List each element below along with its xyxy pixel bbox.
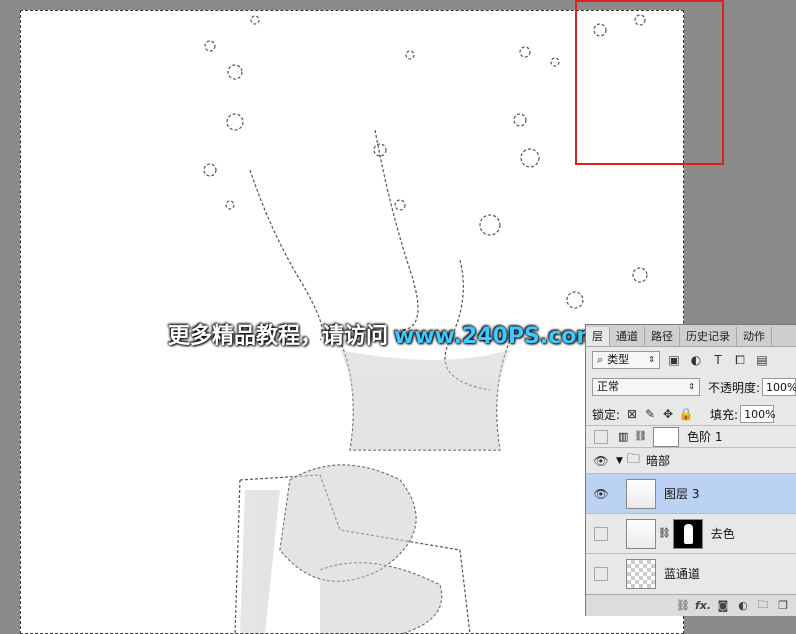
adjustment-icon[interactable]: ◐: [733, 599, 753, 612]
blend-row: 正常 ⇕ 不透明度: 100%: [586, 375, 796, 399]
lock-transparent-icon[interactable]: ⊠: [624, 406, 640, 422]
lock-all-icon[interactable]: 🔒: [678, 406, 694, 422]
lock-brush-icon[interactable]: ✎: [642, 406, 658, 422]
visibility-toggle[interactable]: [594, 429, 608, 444]
layer-row-selected[interactable]: 👁 图层 3: [586, 473, 796, 513]
filter-kind-label: 类型: [607, 353, 630, 366]
watermark-url: www.240PS.com: [394, 324, 600, 349]
mask-icon[interactable]: ◙: [713, 599, 733, 612]
smart-object-filter-icon[interactable]: ▤: [754, 352, 770, 368]
watermark: 更多精品教程，请访问 www.240PS.com: [168, 318, 599, 350]
lock-row: 锁定: ⊠ ✎ ✥ 🔒 填充: 100%: [586, 402, 796, 426]
shape-filter-icon[interactable]: ⧠: [732, 352, 748, 368]
spinner-icon: ⇕: [688, 382, 695, 391]
layer-mask-thumbnail[interactable]: [653, 426, 680, 447]
new-layer-icon[interactable]: ❐: [773, 599, 793, 612]
blend-mode-value: 正常: [597, 380, 619, 393]
link-chain-icon: ⛓: [634, 431, 648, 442]
group-name: 暗部: [645, 454, 670, 468]
tab-history[interactable]: 历史记录: [680, 327, 737, 346]
type-filter-icon[interactable]: T: [710, 352, 726, 368]
eye-icon[interactable]: 👁: [593, 487, 608, 501]
link-icon[interactable]: ⛓: [673, 599, 693, 612]
folder-icon: 🗀: [626, 451, 640, 467]
filter-kind-select[interactable]: ⌕ 类型 ⇕: [592, 351, 660, 369]
opacity-label: 不透明度:: [708, 380, 761, 395]
layer-thumbnail[interactable]: [626, 518, 656, 549]
layer-row[interactable]: ⛓ 去色: [586, 513, 796, 553]
layer-name: 去色: [710, 527, 735, 541]
layer-group-row[interactable]: 👁 ▼ 🗀 暗部: [586, 447, 796, 473]
highlight-box: [575, 0, 724, 165]
levels-adjustment-icon: ▥: [618, 430, 629, 443]
folder-icon[interactable]: 🗀: [753, 596, 773, 615]
layer-mask-thumbnail[interactable]: [672, 518, 703, 549]
panel-bottom-bar: ⛓ fx. ◙ ◐ 🗀 ❐: [586, 594, 796, 616]
adjustment-filter-icon[interactable]: ◐: [688, 352, 704, 368]
fill-field[interactable]: 100%: [740, 405, 776, 423]
fill-label: 填充:: [710, 407, 739, 422]
opacity-field[interactable]: 100%: [762, 378, 796, 396]
visibility-toggle[interactable]: [594, 526, 608, 541]
lock-label: 锁定:: [592, 407, 621, 422]
layer-row[interactable]: ▥ ⛓ 色阶 1: [586, 425, 796, 447]
search-icon: ⌕: [597, 353, 604, 366]
layer-name: 蓝通道: [664, 567, 701, 581]
tab-layers[interactable]: 层: [586, 327, 610, 346]
layer-name: 色阶 1: [687, 430, 723, 444]
layers-panel: 层 通道 路径 历史记录 动作 ⌕ 类型 ⇕ ▣ ◐ T ⧠ ▤ 正常 ⇕ 不透…: [585, 324, 796, 616]
tab-actions[interactable]: 动作: [737, 327, 772, 346]
spinner-icon: ⇕: [648, 355, 655, 364]
panel-tabs: 层 通道 路径 历史记录 动作: [586, 325, 796, 347]
image-filter-icon[interactable]: ▣: [666, 352, 682, 368]
watermark-text: 更多精品教程，请访问: [168, 324, 389, 349]
layer-thumbnail[interactable]: [626, 558, 656, 589]
layer-name: 图层 3: [664, 487, 700, 501]
eye-icon[interactable]: 👁: [593, 454, 608, 468]
layer-row[interactable]: 蓝通道: [586, 553, 796, 593]
filter-row: ⌕ 类型 ⇕ ▣ ◐ T ⧠ ▤: [586, 347, 796, 373]
chevron-down-icon[interactable]: ▼: [616, 456, 623, 466]
link-chain-icon: ⛓: [658, 528, 671, 539]
fx-icon[interactable]: fx.: [693, 599, 713, 612]
layer-thumbnail[interactable]: [626, 478, 656, 509]
tab-paths[interactable]: 路径: [645, 327, 680, 346]
blend-mode-select[interactable]: 正常 ⇕: [592, 378, 700, 396]
visibility-toggle[interactable]: [594, 566, 608, 581]
lock-move-icon[interactable]: ✥: [660, 406, 676, 422]
tab-channels[interactable]: 通道: [610, 327, 645, 346]
